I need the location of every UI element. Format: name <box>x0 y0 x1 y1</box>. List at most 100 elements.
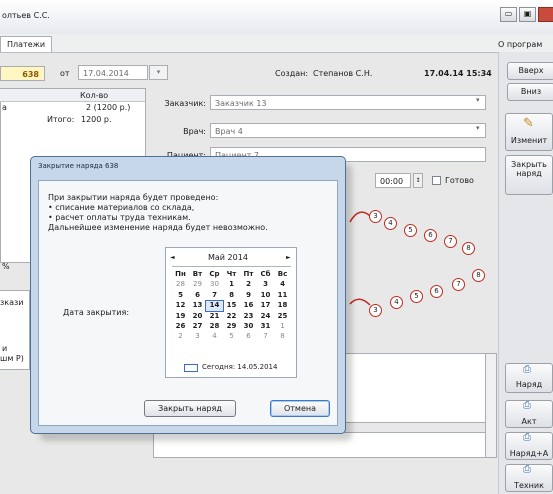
scrollbar[interactable] <box>485 353 497 458</box>
tooth-lower[interactable]: 7 <box>452 278 465 291</box>
window-title: олтьев С.С. <box>2 11 50 20</box>
calendar-day[interactable]: 4 <box>206 332 223 341</box>
calendar-day[interactable]: 9 <box>240 291 257 300</box>
calendar-day[interactable]: 10 <box>257 291 274 300</box>
tooth-upper[interactable]: 8 <box>462 242 475 255</box>
calendar-day[interactable]: 13 <box>189 301 206 310</box>
created-at: 17.04.14 15:34 <box>424 69 492 78</box>
qty-column-header: Кол-во <box>80 91 109 100</box>
calendar-day[interactable]: 7 <box>257 332 274 341</box>
from-label: от <box>60 69 70 78</box>
tooth-lower[interactable]: 6 <box>430 285 443 298</box>
total-label: Итого: <box>47 115 75 124</box>
printer-icon: ⎙ <box>523 464 531 475</box>
calendar-day[interactable]: 8 <box>223 291 240 300</box>
tooth-upper[interactable]: 6 <box>424 229 437 242</box>
tooth-upper[interactable]: 4 <box>384 217 397 230</box>
tooth-lower[interactable]: 3 <box>369 304 382 317</box>
close-date-label: Дата закрытия: <box>63 308 130 317</box>
calendar-day[interactable]: 18 <box>274 301 291 310</box>
grid-header <box>0 89 145 102</box>
date-picker-button[interactable]: ▾ <box>149 65 168 80</box>
calendar-day[interactable]: 7 <box>206 291 223 300</box>
teeth-arc-lower <box>349 298 371 306</box>
calendar-day[interactable]: 26 <box>172 322 189 331</box>
up-button[interactable]: Вверх <box>507 62 553 80</box>
row-label: а <box>2 103 7 112</box>
calendar-day[interactable]: 15 <box>223 301 240 310</box>
calendar-day[interactable]: 30 <box>240 322 257 331</box>
chevron-down-icon[interactable]: ▾ <box>476 124 480 132</box>
calendar-day[interactable]: 6 <box>240 332 257 341</box>
tooth-upper[interactable]: 5 <box>404 224 417 237</box>
maximize-button[interactable]: ▣ <box>519 7 536 22</box>
doctor-select[interactable]: Врач 4 <box>210 123 486 138</box>
close-window-button[interactable] <box>538 7 553 22</box>
calendar-day[interactable]: 20 <box>189 312 206 321</box>
pencil-icon: ✎ <box>523 116 534 131</box>
calendar-day[interactable]: 2 <box>240 280 257 289</box>
calendar-day[interactable]: 3 <box>257 280 274 289</box>
tooth-upper[interactable]: 3 <box>369 210 382 223</box>
calendar-day[interactable]: 24 <box>257 312 274 321</box>
calendar-day[interactable]: 22 <box>223 312 240 321</box>
calendar-weekday: Ср <box>209 270 220 278</box>
customer-label: Заказчик: <box>164 99 206 108</box>
calendar-day[interactable]: 29 <box>189 280 206 289</box>
calendar-day[interactable]: 30 <box>206 280 223 289</box>
cancel-button[interactable]: Отмена <box>270 400 330 417</box>
calendar-day[interactable]: 12 <box>172 301 189 310</box>
calendar-day[interactable]: 27 <box>189 322 206 331</box>
time-spinner[interactable]: ↕ <box>413 173 423 188</box>
chevron-down-icon[interactable]: ▾ <box>476 96 480 104</box>
minimize-button[interactable]: ▭ <box>500 7 517 22</box>
created-by: Степанов С.Н. <box>313 69 373 78</box>
calendar-day[interactable]: 21 <box>206 312 223 321</box>
close-order-confirm-button[interactable]: Закрыть наряд <box>144 400 236 417</box>
tooth-lower[interactable]: 5 <box>410 290 423 303</box>
calendar-day[interactable]: 23 <box>240 312 257 321</box>
calendar-day[interactable]: 3 <box>189 332 206 341</box>
close-order-button[interactable]: Закрыть наряд <box>505 155 553 195</box>
down-button[interactable]: Вниз <box>507 83 553 101</box>
calendar-day[interactable]: 4 <box>274 280 291 289</box>
calendar-day[interactable]: 1 <box>223 280 240 289</box>
tab-about[interactable]: О програм <box>498 40 542 49</box>
calendar-day[interactable]: 29 <box>223 322 240 331</box>
calendar-day[interactable]: 5 <box>172 291 189 300</box>
time-field[interactable]: 00:00 <box>375 173 411 188</box>
dialog-message-line: При закрытии наряда будет проведено: <box>48 193 219 202</box>
dialog-message-line: • списание материалов со склада, <box>48 203 195 212</box>
order-date-field[interactable]: 17.04.2014 <box>78 65 148 80</box>
left-list-header: зкази <box>0 298 24 307</box>
calendar-day[interactable]: 2 <box>172 332 189 341</box>
teeth-chart <box>349 211 371 306</box>
tooth-upper[interactable]: 7 <box>444 235 457 248</box>
calendar-day[interactable]: 28 <box>206 322 223 331</box>
calendar-day[interactable]: 25 <box>274 312 291 321</box>
order-number-field[interactable]: 638 <box>0 66 45 81</box>
tooth-lower[interactable]: 8 <box>472 269 485 282</box>
tab-payments[interactable]: Платежи <box>0 36 53 52</box>
calendar-day[interactable]: 8 <box>274 332 291 341</box>
today-label[interactable]: Сегодня: 14.05.2014 <box>202 363 277 371</box>
calendar-day[interactable]: 6 <box>189 291 206 300</box>
calendar-day[interactable]: 17 <box>257 301 274 310</box>
calendar-day[interactable]: 1 <box>274 322 291 331</box>
calendar-day[interactable]: 19 <box>172 312 189 321</box>
calendar-day[interactable]: 11 <box>274 291 291 300</box>
calendar-day[interactable]: 14 <box>205 300 224 312</box>
calendar-next-button[interactable]: ► <box>286 254 291 261</box>
calendar-prev-button[interactable]: ◄ <box>170 254 175 261</box>
calendar-day[interactable]: 31 <box>257 322 274 331</box>
customer-select[interactable]: Заказчик 13 <box>210 95 486 110</box>
calendar-month[interactable]: Май 2014 <box>208 253 248 262</box>
printer-icon: ⎙ <box>523 432 531 443</box>
ready-checkbox[interactable] <box>432 176 441 185</box>
calendar-day[interactable]: 16 <box>240 301 257 310</box>
calendar-day[interactable]: 5 <box>223 332 240 341</box>
calendar-day[interactable]: 28 <box>172 280 189 289</box>
created-label: Создан: <box>275 69 309 78</box>
tooth-lower[interactable]: 4 <box>390 296 403 309</box>
calendar-weekday: Вс <box>277 270 288 278</box>
